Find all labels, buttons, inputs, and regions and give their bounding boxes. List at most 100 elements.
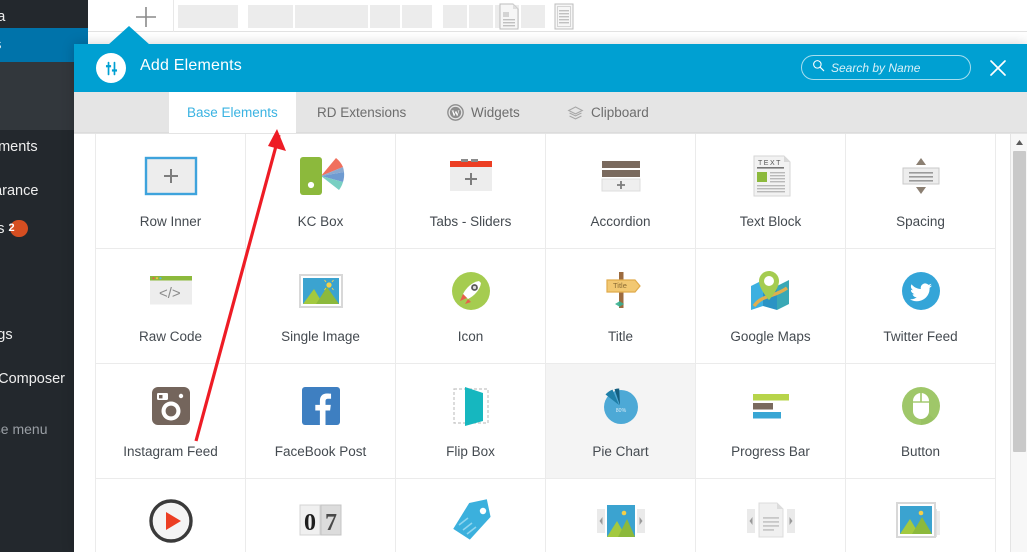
spacing-icon bbox=[892, 150, 950, 202]
layout-preset-3-col[interactable] bbox=[338, 5, 432, 28]
element-card[interactable]: Instagram Feed bbox=[96, 364, 246, 479]
modal-tab-bar: Base Elements RD Extensions W Widgets Clip… bbox=[74, 92, 1027, 133]
wordpress-icon: W bbox=[447, 104, 464, 121]
layout-column bbox=[295, 5, 340, 28]
signpost-icon: Title bbox=[592, 265, 650, 317]
elements-grid: Row Inner KC Box Tabs - Sliders Accordio… bbox=[95, 134, 1005, 552]
element-card[interactable]: Button bbox=[846, 364, 996, 479]
element-card[interactable]: KC Box bbox=[246, 134, 396, 249]
layout-column bbox=[370, 5, 400, 28]
price-tag-icon bbox=[442, 495, 500, 547]
layout-column bbox=[521, 5, 545, 28]
element-label: Tabs - Sliders bbox=[429, 214, 512, 229]
svg-text:80%: 80% bbox=[615, 408, 626, 414]
element-card[interactable]: Row Inner bbox=[96, 134, 246, 249]
sidebar-item-label: ings bbox=[0, 327, 13, 343]
rocket-icon bbox=[442, 265, 500, 317]
twitter-icon bbox=[892, 265, 950, 317]
element-label: Icon bbox=[457, 329, 484, 344]
element-card[interactable] bbox=[96, 479, 246, 552]
svg-text:0: 0 bbox=[304, 510, 316, 536]
modal-header: Add Elements bbox=[74, 44, 1027, 92]
sidebar-item-label: dia bbox=[0, 9, 6, 25]
sidebar-item-label: ins bbox=[0, 221, 5, 237]
element-card[interactable] bbox=[396, 479, 546, 552]
search-box[interactable] bbox=[801, 55, 971, 80]
element-card[interactable]: Tabs - Sliders bbox=[396, 134, 546, 249]
sliders-icon bbox=[96, 53, 126, 83]
layout-preset-2-col[interactable] bbox=[248, 5, 340, 28]
element-label: Google Maps bbox=[730, 329, 811, 344]
text-block-icon: TEXT bbox=[742, 150, 800, 202]
image-gallery-icon bbox=[892, 495, 950, 547]
tab-label: Widgets bbox=[471, 105, 520, 120]
element-card[interactable]: Icon bbox=[396, 249, 546, 364]
tabs-sliders-icon bbox=[442, 150, 500, 202]
element-card[interactable]: Twitter Feed bbox=[846, 249, 996, 364]
tab-rd-extensions[interactable]: RD Extensions bbox=[299, 92, 424, 133]
close-icon[interactable] bbox=[987, 57, 1009, 79]
layout-preset-1-col[interactable] bbox=[178, 5, 238, 28]
tab-base-elements[interactable]: Base Elements bbox=[169, 92, 296, 133]
kc-box-icon bbox=[292, 150, 350, 202]
element-label: Spacing bbox=[896, 214, 945, 229]
scrollbar-thumb[interactable] bbox=[1013, 151, 1026, 452]
single-image-icon bbox=[292, 265, 350, 317]
raw-code-icon: </> bbox=[142, 265, 200, 317]
facebook-icon bbox=[292, 380, 350, 432]
page-template-icon[interactable] bbox=[498, 3, 520, 30]
element-card[interactable]: Google Maps bbox=[696, 249, 846, 364]
element-label: Pie Chart bbox=[592, 444, 649, 459]
collapse-menu-label: pse menu bbox=[0, 421, 48, 437]
document-template-icon[interactable] bbox=[553, 3, 575, 30]
flip-box-icon bbox=[442, 380, 500, 432]
element-label: Title bbox=[607, 329, 633, 344]
element-card[interactable]: Accordion bbox=[546, 134, 696, 249]
layout-column bbox=[402, 5, 432, 28]
tab-label: RD Extensions bbox=[317, 105, 407, 120]
svg-text:</>: </> bbox=[159, 285, 181, 302]
video-play-icon bbox=[142, 495, 200, 547]
layout-column bbox=[443, 5, 467, 28]
sidebar-item-label: g Composer bbox=[0, 371, 65, 387]
element-label: Single Image bbox=[281, 329, 360, 344]
grid-scrollbar[interactable] bbox=[1010, 134, 1027, 552]
progress-bar-icon bbox=[742, 380, 800, 432]
layout-preset-4-col[interactable] bbox=[443, 5, 545, 28]
element-card[interactable] bbox=[846, 479, 996, 552]
element-card[interactable]: 0 7 bbox=[246, 479, 396, 552]
elements-grid-viewport: Row Inner KC Box Tabs - Sliders Accordio… bbox=[74, 133, 1027, 552]
tab-widgets[interactable]: W Widgets bbox=[429, 92, 538, 133]
modal-pointer-triangle bbox=[108, 26, 150, 45]
element-card[interactable]: Progress Bar bbox=[696, 364, 846, 479]
tab-clipboard[interactable]: Clipboard bbox=[549, 92, 667, 133]
element-label: Progress Bar bbox=[731, 444, 810, 459]
svg-text:TEXT: TEXT bbox=[758, 160, 782, 167]
scroll-up-arrow-icon[interactable] bbox=[1011, 134, 1027, 150]
element-card[interactable]: Flip Box bbox=[396, 364, 546, 479]
element-card[interactable] bbox=[546, 479, 696, 552]
element-card[interactable]: Title Title bbox=[546, 249, 696, 364]
element-label: Raw Code bbox=[138, 329, 203, 344]
element-card[interactable]: TEXT Text Block bbox=[696, 134, 846, 249]
element-card[interactable]: Single Image bbox=[246, 249, 396, 364]
element-card[interactable]: FaceBook Post bbox=[246, 364, 396, 479]
page-title: Add Elements bbox=[140, 57, 243, 74]
element-label: Flip Box bbox=[446, 444, 495, 459]
layout-column bbox=[178, 5, 238, 28]
tab-label: Clipboard bbox=[591, 105, 649, 120]
element-label: Accordion bbox=[590, 214, 651, 229]
row-inner-icon bbox=[142, 150, 200, 202]
svg-text:Title: Title bbox=[613, 281, 627, 290]
sidebar-item-label: mments bbox=[0, 139, 38, 155]
layout-column bbox=[469, 5, 493, 28]
sidebar-badge: 2 bbox=[8, 220, 28, 237]
search-input[interactable] bbox=[831, 60, 949, 75]
element-card[interactable]: </> Raw Code bbox=[96, 249, 246, 364]
element-card[interactable]: Spacing bbox=[846, 134, 996, 249]
element-card[interactable]: 80% Pie Chart bbox=[546, 364, 696, 479]
element-label: FaceBook Post bbox=[274, 444, 367, 459]
layout-column bbox=[248, 5, 293, 28]
element-card[interactable] bbox=[696, 479, 846, 552]
pie-chart-icon: 80% bbox=[592, 380, 650, 432]
